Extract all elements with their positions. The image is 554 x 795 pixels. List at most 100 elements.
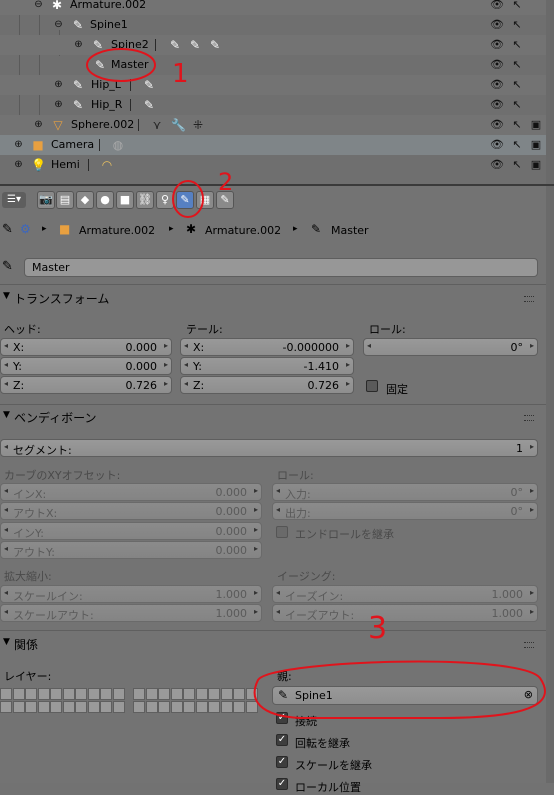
tab-bone-constraints[interactable]: ▦ bbox=[196, 191, 214, 209]
bone-layer-button[interactable] bbox=[245, 688, 258, 700]
tab-world[interactable]: ● bbox=[96, 191, 114, 209]
scale-in-field[interactable]: ◂ スケールイン: 1.000 ▸ bbox=[0, 585, 262, 603]
tab-scene[interactable]: ◆ bbox=[76, 191, 94, 209]
eye-icon[interactable]: 👁 bbox=[490, 18, 504, 32]
bone-layer-button[interactable] bbox=[195, 688, 208, 700]
head-y-field[interactable]: ◂ Y: 0.000 ▸ bbox=[0, 357, 172, 375]
curve-out-y-field[interactable]: ◂ アウトY: 0.000 ▸ bbox=[0, 541, 262, 559]
connected-checkbox[interactable]: ✓ bbox=[276, 712, 288, 724]
outliner-label[interactable]: Hip_R bbox=[91, 98, 122, 111]
outliner-row-armature[interactable]: ⊖ ✱ Armature.002 👁 ↖ bbox=[0, 0, 546, 15]
ease-in-field[interactable]: ◂ イーズイン: 1.000 ▸ bbox=[272, 585, 538, 603]
inherit-end-roll-checkbox[interactable]: ✓ bbox=[276, 526, 288, 538]
ease-out-field[interactable]: ◂ イーズアウト: 1.000 ▸ bbox=[272, 604, 538, 622]
scale-out-field[interactable]: ◂ スケールアウト: 1.000 ▸ bbox=[0, 604, 262, 622]
inherit-scale-checkbox[interactable]: ✓ bbox=[276, 756, 288, 768]
bone-layer-button[interactable] bbox=[62, 701, 75, 713]
bone-layer-button[interactable] bbox=[145, 701, 158, 713]
eye-icon[interactable]: 👁 bbox=[490, 98, 504, 112]
clear-icon[interactable]: ⊗ bbox=[524, 688, 533, 701]
parent-field[interactable]: ✎ Spine1 ⊗ bbox=[272, 686, 538, 705]
curve-in-x-field[interactable]: ◂ インX: 0.000 ▸ bbox=[0, 483, 262, 501]
tab-render-layers[interactable]: ▤ bbox=[56, 191, 74, 209]
roll-in-field[interactable]: ◂ 入力: 0° ▸ bbox=[272, 483, 538, 501]
editor-type-button[interactable]: ☰▾ bbox=[2, 192, 26, 208]
checker-icon[interactable]: ⁜ bbox=[191, 118, 205, 132]
bone-layer-button[interactable] bbox=[233, 688, 245, 700]
bone-layer-button[interactable] bbox=[50, 688, 62, 700]
lock-checkbox[interactable]: ✓ bbox=[366, 380, 378, 392]
bone-layer-button[interactable] bbox=[75, 701, 87, 713]
cursor-icon[interactable]: ↖ bbox=[511, 118, 523, 132]
bone-layer-button[interactable] bbox=[112, 688, 125, 700]
outliner-row-spine2[interactable]: ⊕ ✎ Spine2 ✎ ✎ ✎ 👁 ↖ bbox=[0, 35, 546, 55]
inherit-rotation-checkbox[interactable]: ✓ bbox=[276, 734, 288, 746]
eye-icon[interactable]: 👁 bbox=[490, 58, 504, 72]
outliner-label[interactable]: Camera bbox=[51, 138, 94, 151]
cursor-icon[interactable]: ↖ bbox=[511, 0, 523, 12]
wrench-icon[interactable]: 🔧 bbox=[171, 118, 186, 132]
outliner-label[interactable]: Spine1 bbox=[90, 18, 128, 31]
bone-layer-button[interactable] bbox=[170, 688, 183, 700]
eye-icon[interactable]: 👁 bbox=[490, 158, 504, 172]
bone-layer-button[interactable] bbox=[50, 701, 62, 713]
outliner-label[interactable]: Master bbox=[111, 58, 149, 71]
camera-data-icon[interactable]: ◍ bbox=[111, 138, 125, 152]
outliner-row-hip-r[interactable]: ⊕ ✎ Hip_R ✎ 👁 ↖ bbox=[0, 95, 546, 115]
bone-layer-button[interactable] bbox=[100, 688, 112, 700]
roll-field[interactable]: ◂ 0° ▸ bbox=[363, 338, 538, 356]
bone-layer-button[interactable] bbox=[37, 688, 50, 700]
bone-layer-button[interactable] bbox=[87, 701, 100, 713]
outliner-row-spine1[interactable]: ⊖ ✎ Spine1 👁 ↖ bbox=[0, 15, 546, 35]
render-icon[interactable]: ▣ bbox=[530, 118, 542, 132]
cursor-icon[interactable]: ↖ bbox=[511, 18, 523, 32]
roll-out-field[interactable]: ◂ 出力: 0° ▸ bbox=[272, 502, 538, 520]
bone-layer-button[interactable] bbox=[100, 701, 112, 713]
curve-in-y-field[interactable]: ◂ インY: 0.000 ▸ bbox=[0, 522, 262, 540]
expand-icon[interactable]: ⊕ bbox=[54, 100, 63, 110]
pin-icon[interactable]: ✎ bbox=[2, 222, 13, 237]
bone-icon[interactable]: ✎ bbox=[142, 78, 156, 92]
outliner-scrollbar[interactable] bbox=[546, 0, 554, 184]
eye-icon[interactable]: 👁 bbox=[490, 118, 504, 132]
tab-bone[interactable]: ✎ bbox=[176, 191, 194, 209]
bone-layers-grid-b[interactable] bbox=[133, 688, 259, 714]
curve-out-x-field[interactable]: ◂ アウトX: 0.000 ▸ bbox=[0, 502, 262, 520]
tab-armature-data[interactable]: ♀ bbox=[156, 191, 174, 209]
bone-layer-button[interactable] bbox=[87, 688, 100, 700]
cursor-icon[interactable]: ↖ bbox=[511, 158, 523, 172]
eye-icon[interactable]: 👁 bbox=[490, 0, 504, 12]
head-z-field[interactable]: ◂ Z: 0.726 ▸ bbox=[0, 376, 172, 394]
bone-layer-button[interactable] bbox=[220, 701, 233, 713]
hemi-lamp-icon[interactable]: ◠ bbox=[100, 158, 114, 172]
transform-panel-header[interactable]: ▼ トランスフォーム bbox=[0, 287, 546, 309]
eye-icon[interactable]: 👁 bbox=[490, 138, 504, 152]
bone-layer-button[interactable] bbox=[158, 688, 170, 700]
bone-layer-button[interactable] bbox=[183, 688, 195, 700]
local-location-checkbox[interactable]: ✓ bbox=[276, 778, 288, 790]
bone-layer-button[interactable] bbox=[158, 701, 170, 713]
collapse-icon[interactable]: ⊖ bbox=[54, 20, 63, 30]
drag-grip-icon[interactable] bbox=[524, 415, 534, 421]
tail-z-field[interactable]: ◂ Z: 0.726 ▸ bbox=[180, 376, 354, 394]
collapse-icon[interactable]: ⊖ bbox=[34, 0, 43, 10]
outliner-label[interactable]: Armature.002 bbox=[70, 0, 146, 11]
bone-layer-button[interactable] bbox=[133, 688, 145, 700]
bone-layer-button[interactable] bbox=[12, 688, 25, 700]
expand-icon[interactable]: ⊕ bbox=[34, 120, 43, 130]
expand-icon[interactable]: ⊕ bbox=[54, 80, 63, 90]
tail-x-field[interactable]: ◂ X: -0.000000 ▸ bbox=[180, 338, 354, 356]
outliner-row-camera[interactable]: ⊕ ■ Camera ◍ 👁 ↖ ▣ bbox=[0, 135, 546, 155]
outliner-label[interactable]: Hip_L bbox=[91, 78, 121, 91]
tab-render[interactable]: 📷 bbox=[37, 191, 55, 209]
bone-layer-button[interactable] bbox=[208, 701, 220, 713]
drag-grip-icon[interactable] bbox=[524, 642, 534, 648]
bone-layer-button[interactable] bbox=[145, 688, 158, 700]
render-icon[interactable]: ▣ bbox=[530, 158, 542, 172]
bone-layer-button[interactable] bbox=[233, 701, 245, 713]
eye-icon[interactable]: 👁 bbox=[490, 78, 504, 92]
bone-layer-button[interactable] bbox=[195, 701, 208, 713]
bone-name-field[interactable]: Master bbox=[24, 258, 538, 277]
bone-layer-button[interactable] bbox=[12, 701, 25, 713]
bone-layer-button[interactable] bbox=[220, 688, 233, 700]
